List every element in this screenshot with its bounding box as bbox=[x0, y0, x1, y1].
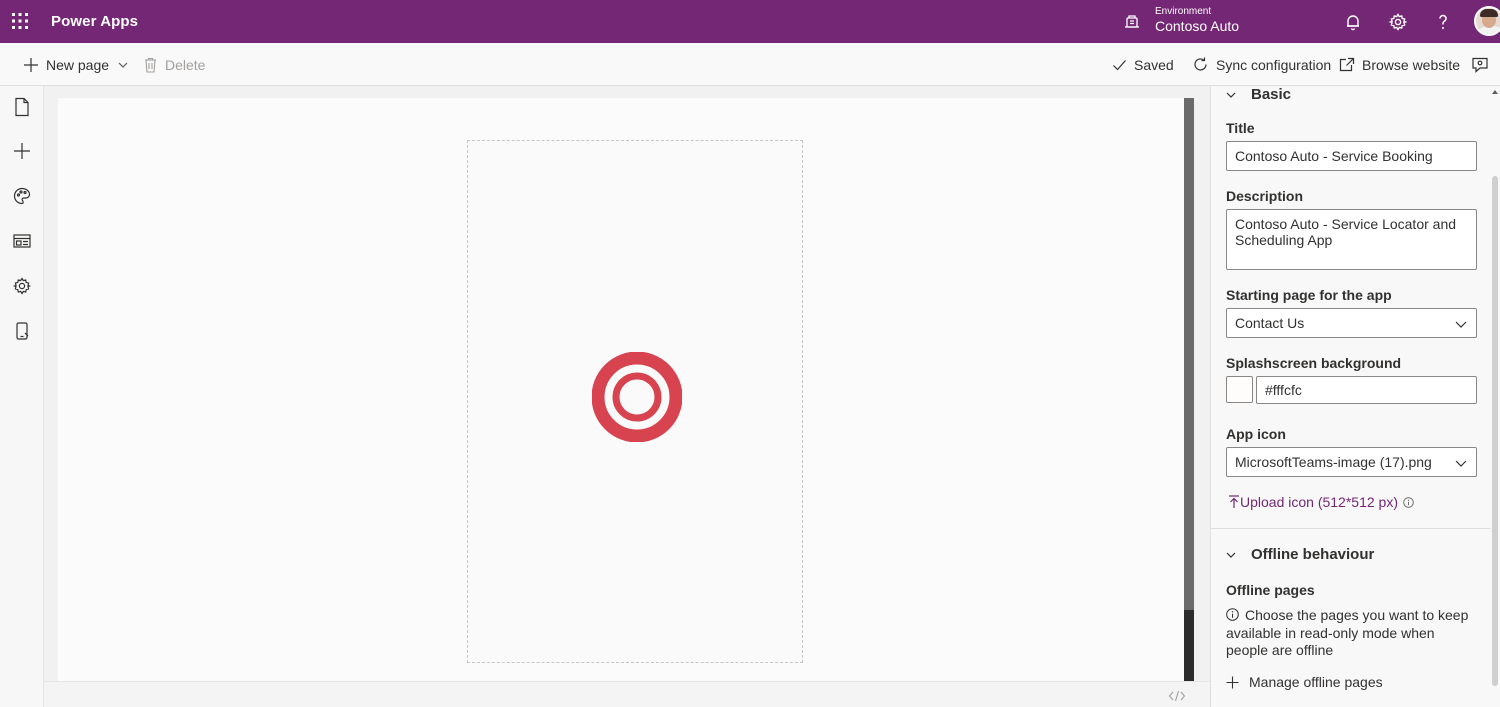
new-page-button[interactable]: New page bbox=[23, 43, 129, 86]
offline-description: Choose the pages you want to keep availa… bbox=[1226, 607, 1471, 660]
splash-color-input[interactable] bbox=[1256, 376, 1477, 404]
info-icon[interactable] bbox=[1403, 496, 1414, 508]
checkmark-icon bbox=[1113, 59, 1126, 70]
command-bar: New page Delete Saved Sync configuration… bbox=[0, 43, 1500, 86]
offline-section-title: Offline behaviour bbox=[1251, 546, 1375, 563]
starting-page-label: Starting page for the app bbox=[1226, 287, 1392, 303]
chevron-down-icon bbox=[118, 62, 128, 68]
chevron-down-icon bbox=[1455, 321, 1467, 328]
saved-status: Saved bbox=[1112, 43, 1174, 86]
section-divider bbox=[1211, 528, 1491, 529]
code-view-icon[interactable] bbox=[1168, 689, 1186, 703]
chevron-down-icon bbox=[1226, 92, 1236, 98]
browse-website-button[interactable]: Browse website bbox=[1339, 43, 1460, 86]
add-icon bbox=[24, 57, 38, 72]
mobile-settings-icon[interactable] bbox=[11, 320, 33, 342]
description-label: Description bbox=[1226, 188, 1304, 204]
help-icon[interactable] bbox=[1433, 12, 1453, 32]
panel-scrollbar[interactable] bbox=[1490, 86, 1500, 707]
trash-icon bbox=[145, 57, 156, 73]
canvas-bottom-bar bbox=[44, 681, 1210, 707]
delete-button[interactable]: Delete bbox=[143, 43, 205, 86]
left-navigation-rail bbox=[0, 86, 44, 707]
preview-canvas bbox=[58, 98, 1184, 681]
title-label: Title bbox=[1226, 120, 1255, 136]
browse-label: Browse website bbox=[1362, 56, 1461, 73]
basic-section-title: Basic bbox=[1251, 86, 1292, 103]
app-logo-icon bbox=[592, 352, 682, 442]
pages-icon[interactable] bbox=[11, 96, 33, 118]
properties-panel: Basic Title Description Contoso Auto - S… bbox=[1210, 86, 1500, 707]
scroll-up-arrow-icon[interactable] bbox=[1491, 88, 1499, 96]
app-name[interactable]: Power Apps bbox=[51, 13, 138, 30]
upload-icon-link[interactable]: Upload icon (512*512 px) bbox=[1228, 494, 1414, 510]
delete-label: Delete bbox=[165, 56, 206, 73]
preview-canvas-area bbox=[44, 86, 1210, 707]
app-icon-dropdown[interactable]: MicrosoftTeams-image (17).png bbox=[1226, 447, 1477, 477]
add-components-icon[interactable] bbox=[11, 140, 33, 162]
environment-icon[interactable] bbox=[1123, 13, 1141, 31]
new-page-label: New page bbox=[46, 56, 110, 73]
title-input[interactable] bbox=[1226, 141, 1477, 171]
upload-icon-label: Upload icon (512*512 px) bbox=[1240, 494, 1398, 510]
offline-pages-label: Offline pages bbox=[1226, 582, 1315, 598]
sync-icon bbox=[1194, 57, 1207, 71]
manage-offline-pages-button[interactable]: Manage offline pages bbox=[1226, 674, 1383, 690]
info-icon bbox=[1226, 608, 1239, 621]
splash-screen-preview bbox=[467, 140, 803, 663]
app-icon-value: MicrosoftTeams-image (17).png bbox=[1235, 454, 1432, 470]
feedback-icon[interactable] bbox=[1471, 56, 1489, 74]
color-swatch[interactable] bbox=[1226, 376, 1253, 403]
app-launcher-icon[interactable] bbox=[10, 11, 30, 31]
starting-page-dropdown[interactable]: Contact Us bbox=[1226, 308, 1477, 338]
add-icon bbox=[1226, 676, 1239, 688]
basic-section-header[interactable]: Basic bbox=[1225, 86, 1291, 103]
app-icon-label: App icon bbox=[1226, 426, 1286, 442]
sync-configuration-button[interactable]: Sync configuration bbox=[1192, 43, 1331, 86]
app-header: Power Apps Environment Contoso Auto bbox=[0, 0, 1500, 43]
saved-label: Saved bbox=[1134, 56, 1174, 73]
notifications-bell-icon[interactable] bbox=[1343, 12, 1363, 32]
user-avatar[interactable] bbox=[1474, 6, 1500, 36]
environment-label: Environment bbox=[1155, 6, 1212, 17]
settings-icon[interactable] bbox=[11, 275, 33, 297]
settings-gear-icon[interactable] bbox=[1388, 12, 1408, 32]
canvas-scrollbar[interactable] bbox=[1184, 98, 1194, 681]
open-external-icon bbox=[1339, 57, 1355, 72]
chevron-down-icon bbox=[1455, 460, 1467, 467]
manage-offline-label: Manage offline pages bbox=[1249, 674, 1383, 690]
splash-background-label: Splashscreen background bbox=[1226, 355, 1402, 371]
upload-arrow-icon bbox=[1229, 495, 1239, 508]
data-table-icon[interactable] bbox=[11, 230, 33, 252]
environment-name[interactable]: Contoso Auto bbox=[1155, 18, 1239, 34]
theme-palette-icon[interactable] bbox=[11, 185, 33, 207]
sync-label: Sync configuration bbox=[1216, 56, 1332, 73]
chevron-down-icon bbox=[1226, 552, 1236, 558]
offline-description-text: Choose the pages you want to keep availa… bbox=[1226, 607, 1469, 658]
offline-section-header[interactable]: Offline behaviour bbox=[1225, 546, 1374, 563]
starting-page-value: Contact Us bbox=[1235, 315, 1305, 331]
description-textarea[interactable]: Contoso Auto - Service Locator and Sched… bbox=[1226, 209, 1477, 270]
